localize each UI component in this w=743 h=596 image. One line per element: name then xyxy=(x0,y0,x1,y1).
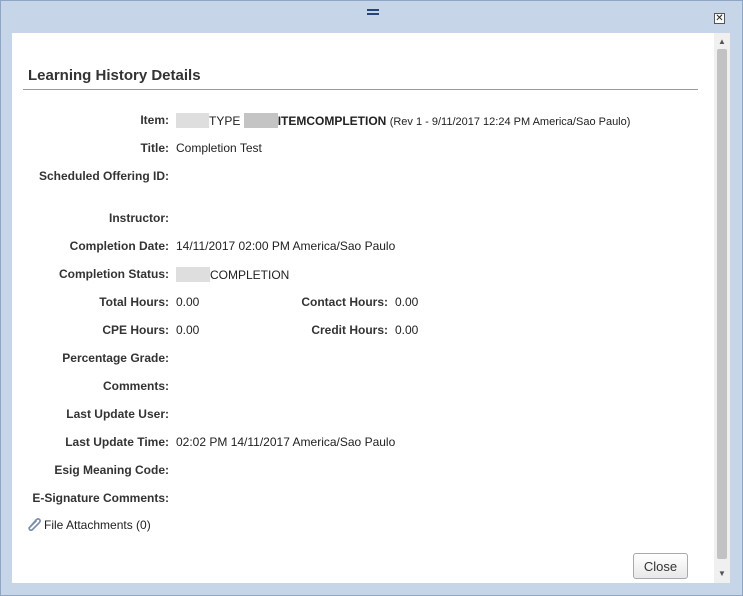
cpe-hours-label: CPE Hours: xyxy=(102,323,169,337)
last-update-time-value: 02:02 PM 14/11/2017 America/Sao Paulo xyxy=(176,435,396,449)
percentage-grade-label: Percentage Grade: xyxy=(62,351,169,365)
scheduled-offering-label: Scheduled Offering ID: xyxy=(38,169,169,183)
instructor-label: Instructor: xyxy=(109,211,169,225)
redacted-block xyxy=(176,113,209,128)
completion-status-value: COMPLETION xyxy=(176,267,289,282)
total-hours-label: Total Hours: xyxy=(99,295,169,309)
total-hours-value: 0.00 xyxy=(176,295,200,309)
cpe-hours-value: 0.00 xyxy=(176,323,200,337)
learning-history-dialog: ✕ Learning History Details Item: TYPE IT… xyxy=(0,0,743,596)
item-type-text: TYPE xyxy=(209,114,241,128)
title-label: Title: xyxy=(140,141,169,155)
scroll-up-icon[interactable]: ▲ xyxy=(714,35,730,49)
scroll-down-icon[interactable]: ▼ xyxy=(714,567,730,581)
credit-hours-value: 0.00 xyxy=(395,323,419,337)
page-title: Learning History Details xyxy=(28,67,201,84)
file-attachments-label: File Attachments (0) xyxy=(44,518,151,532)
paperclip-icon xyxy=(28,518,41,531)
title-value: Completion Test xyxy=(176,141,262,155)
completion-status-text: COMPLETION xyxy=(210,268,290,282)
item-revision: (Rev 1 - 9/11/2017 12:24 PM America/Sao … xyxy=(389,116,631,128)
item-label: Item: xyxy=(140,113,169,127)
heading-divider xyxy=(23,89,698,90)
last-update-user-label: Last Update User: xyxy=(66,407,169,421)
redacted-block xyxy=(176,267,210,282)
close-button[interactable]: Close xyxy=(633,553,688,579)
file-attachments-link[interactable]: File Attachments (0) xyxy=(26,517,151,532)
completion-date-label: Completion Date: xyxy=(69,239,169,253)
dialog-titlebar[interactable]: ✕ xyxy=(1,1,742,33)
vertical-scrollbar[interactable]: ▲ ▼ xyxy=(714,33,730,583)
last-update-time-label: Last Update Time: xyxy=(65,435,169,449)
contact-hours-value: 0.00 xyxy=(395,295,419,309)
esig-meaning-code-label: Esig Meaning Code: xyxy=(54,463,169,477)
completion-date-value: 14/11/2017 02:00 PM America/Sao Paulo xyxy=(176,239,396,253)
item-code: ITEMCOMPLETION xyxy=(277,114,387,128)
credit-hours-label: Credit Hours: xyxy=(311,323,388,337)
close-icon[interactable]: ✕ xyxy=(714,13,725,24)
drag-handle-icon[interactable] xyxy=(367,9,379,15)
esig-comments-label: E-Signature Comments: xyxy=(32,491,169,505)
contact-hours-label: Contact Hours: xyxy=(301,295,388,309)
scroll-thumb[interactable] xyxy=(717,49,727,559)
completion-status-label: Completion Status: xyxy=(59,267,169,281)
item-value: TYPE ITEMCOMPLETION (Rev 1 - 9/11/2017 1… xyxy=(176,113,630,128)
redacted-block xyxy=(243,113,278,128)
dialog-content: Learning History Details Item: TYPE ITEM… xyxy=(12,33,730,583)
comments-label: Comments: xyxy=(102,379,169,393)
